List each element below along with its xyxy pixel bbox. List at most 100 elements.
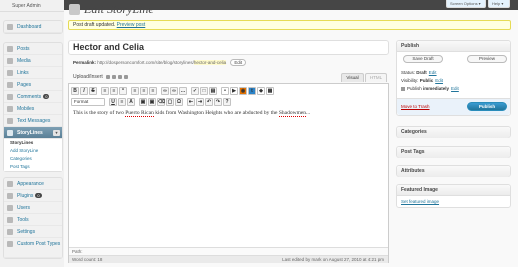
post-content-body[interactable]: This is the story of two Puerto Rican ki… xyxy=(73,110,383,117)
numbered-list-icon[interactable]: ≡ xyxy=(110,87,118,95)
sidebar-item-users[interactable]: Users xyxy=(4,202,62,214)
italic-icon[interactable]: I xyxy=(80,87,88,95)
youtube-icon[interactable]: ▶ xyxy=(230,87,238,95)
sidebar-item-comments[interactable]: Comments 0 xyxy=(4,91,62,103)
add-audio-icon[interactable] xyxy=(118,74,123,79)
set-featured-image-link[interactable]: Set featured image xyxy=(401,199,439,204)
status-value: Draft xyxy=(416,70,427,75)
sidebar-item-posts[interactable]: Posts xyxy=(4,43,62,55)
text-color-icon[interactable]: A xyxy=(127,98,135,106)
editor-path-bar: Path: xyxy=(69,247,388,255)
text-messages-icon xyxy=(7,118,13,124)
tab-html[interactable]: HTML xyxy=(365,73,387,82)
insert-media-icon[interactable]: ▢ xyxy=(166,98,174,106)
notice-text: Post draft updated. xyxy=(73,22,116,28)
status-edit-link[interactable]: Edit xyxy=(429,70,437,75)
permalink-slug[interactable]: hector-and-celia xyxy=(193,60,227,65)
submenu-item-post-tags[interactable]: Post Tags xyxy=(4,163,62,171)
chevron-down-icon[interactable]: ▾ xyxy=(53,130,60,136)
twitter-icon[interactable]: t xyxy=(248,87,256,95)
sidebar-item-media[interactable]: Media xyxy=(4,55,62,67)
underline-icon[interactable]: U xyxy=(109,98,117,106)
sidebar-item-dashboard[interactable]: Dashboard xyxy=(4,21,62,33)
screen-options-button[interactable]: Screen Options ▾ xyxy=(446,0,486,8)
sidebar-item-label: Mobiles xyxy=(17,106,35,112)
submenu-item-add-storyline[interactable]: Add StoryLine xyxy=(4,147,62,155)
unlink-icon[interactable]: ∞ xyxy=(170,87,178,95)
sidebar-item-label: Users xyxy=(17,205,31,211)
upload-insert-label: Upload/Insert xyxy=(73,74,103,80)
sidebar-item-label: Links xyxy=(17,70,29,76)
special-character-icon[interactable]: Ω xyxy=(175,98,183,106)
submenu-item-storylines[interactable]: StoryLines xyxy=(4,139,62,147)
storylines-icon xyxy=(7,130,13,136)
outdent-icon[interactable]: ⇤ xyxy=(187,98,195,106)
align-center-icon[interactable]: ≡ xyxy=(140,87,148,95)
align-right-icon[interactable]: ≡ xyxy=(149,87,157,95)
publish-actions: Move to Trash Publish xyxy=(397,98,510,115)
undo-icon[interactable]: ↶ xyxy=(205,98,213,106)
rss-icon[interactable]: ◉ xyxy=(239,87,247,95)
sidebar-item-text-messages[interactable]: Text Messages xyxy=(4,115,62,127)
remove-format-icon[interactable]: ⌫ xyxy=(157,98,165,106)
upload-insert-bar: Upload/Insert xyxy=(73,74,129,80)
format-select[interactable]: Format xyxy=(71,98,105,106)
publish-time-label: Publish xyxy=(407,86,422,91)
visibility-edit-link[interactable]: Edit xyxy=(435,78,443,83)
link-icon[interactable]: ∞ xyxy=(161,87,169,95)
help-icon[interactable]: ? xyxy=(223,98,231,106)
publish-box-header[interactable]: Publish xyxy=(397,41,510,52)
paste-text-icon[interactable]: ▣ xyxy=(139,98,147,106)
strikethrough-icon[interactable]: S xyxy=(89,87,97,95)
sidebar-item-tools[interactable]: Tools xyxy=(4,214,62,226)
publish-button[interactable]: Publish xyxy=(467,102,507,111)
preview-post-link[interactable]: Preview post xyxy=(117,22,146,28)
post-title-input[interactable]: Hector and Celia xyxy=(68,40,389,55)
categories-box-header[interactable]: Categories xyxy=(397,127,510,138)
publish-time-edit-link[interactable]: Edit xyxy=(451,86,459,91)
spellcheck-icon[interactable]: ✓ xyxy=(191,87,199,95)
sidebar-item-appearance[interactable]: Appearance xyxy=(4,178,62,190)
blockquote-icon[interactable]: “ xyxy=(119,87,127,95)
sidebar-item-label: Posts xyxy=(17,46,30,52)
move-to-trash-link[interactable]: Move to Trash xyxy=(401,104,430,109)
sidebar-item-custom-post-types[interactable]: Custom Post Types xyxy=(4,238,62,258)
sidebar-item-pages[interactable]: Pages xyxy=(4,79,62,91)
custom-post-types-icon xyxy=(7,241,13,247)
more-tag-icon[interactable]: … xyxy=(179,87,187,95)
tab-visual[interactable]: Visual xyxy=(341,73,364,82)
featured-image-box-header[interactable]: Featured Image xyxy=(397,185,510,196)
post-tags-box-header[interactable]: Post Tags xyxy=(397,147,510,158)
redo-icon[interactable]: ↷ xyxy=(214,98,222,106)
sidebar-item-plugins[interactable]: Plugins 0 xyxy=(4,190,62,202)
sidebar-item-settings[interactable]: Settings xyxy=(4,226,62,238)
add-image-icon[interactable] xyxy=(106,74,111,79)
align-left-icon[interactable]: ≡ xyxy=(131,87,139,95)
editor-toolbar-row-1: B I S ≡ ≡ “ ≡ ≡ ≡ ∞ ∞ … ✓ □ ▤ • ▶ ◉ t ◆ … xyxy=(71,86,274,96)
flickr-icon[interactable]: • xyxy=(221,87,229,95)
kitchen-sink-icon[interactable]: ▤ xyxy=(209,87,217,95)
justify-icon[interactable]: ≡ xyxy=(118,98,126,106)
permalink-edit-button[interactable]: Edit xyxy=(230,59,247,66)
add-media-icon[interactable] xyxy=(124,74,129,79)
add-video-icon[interactable] xyxy=(112,74,117,79)
attributes-box-header[interactable]: Attributes xyxy=(397,166,510,177)
admin-sidebar: Super Admin Dashboard Posts Media Links … xyxy=(0,0,64,267)
gallery-icon[interactable]: ▦ xyxy=(266,87,274,95)
fullscreen-icon[interactable]: □ xyxy=(200,87,208,95)
save-draft-button[interactable]: Save Draft xyxy=(403,55,443,63)
indent-icon[interactable]: ⇥ xyxy=(196,98,204,106)
sidebar-item-mobiles[interactable]: Mobiles xyxy=(4,103,62,115)
sidebar-item-links[interactable]: Links xyxy=(4,67,62,79)
bullet-list-icon[interactable]: ≡ xyxy=(101,87,109,95)
site-title[interactable]: Super Admin xyxy=(0,0,64,12)
sidebar-item-storylines[interactable]: StoryLines ▾ xyxy=(4,127,62,139)
submenu-item-categories[interactable]: Categories xyxy=(4,155,62,163)
page-title: Edit StoryLine xyxy=(84,2,154,16)
preview-button[interactable]: Preview xyxy=(467,55,507,63)
paste-word-icon[interactable]: ▣ xyxy=(148,98,156,106)
bold-icon[interactable]: B xyxy=(71,87,79,95)
map-icon[interactable]: ◆ xyxy=(257,87,265,95)
help-button[interactable]: Help ▾ xyxy=(488,0,510,8)
dashboard-group: Dashboard xyxy=(3,20,63,34)
